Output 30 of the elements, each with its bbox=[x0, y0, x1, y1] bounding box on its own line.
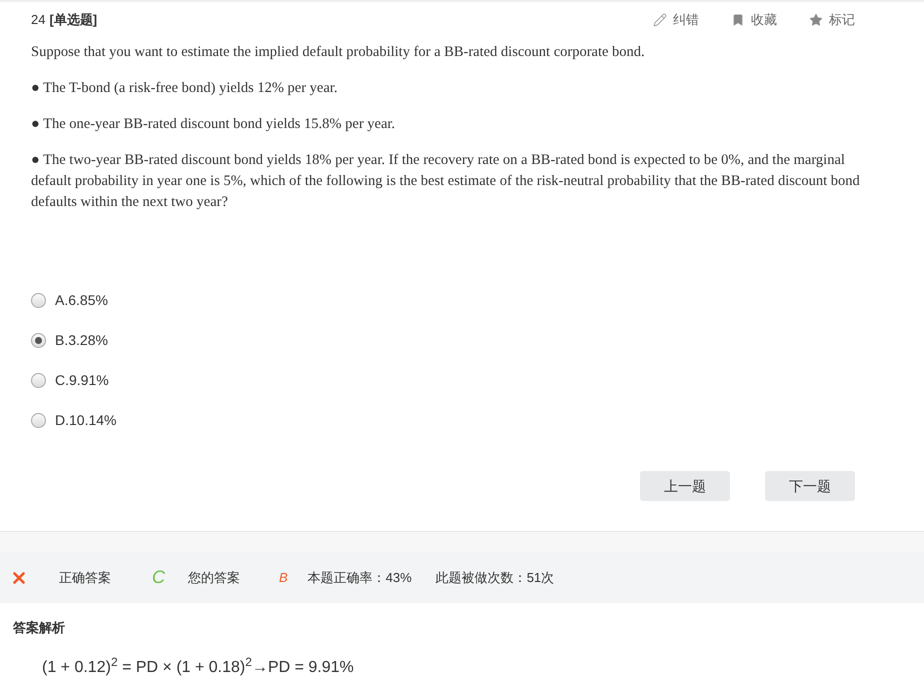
your-answer: B bbox=[279, 568, 288, 587]
radio-button[interactable] bbox=[31, 413, 46, 428]
question-type: [单选题] bbox=[49, 11, 98, 30]
answer-option[interactable]: C.9.91% bbox=[31, 369, 109, 392]
your-answer-label: 您的答案 bbox=[188, 568, 240, 587]
question-paragraph: ● The one-year BB-rated discount bond yields 15.8% per year. bbox=[31, 115, 396, 134]
correct-answer: C bbox=[152, 566, 165, 589]
correct-answer-label: 正确答案 bbox=[59, 568, 111, 587]
question-paragraph: Suppose that you want to estimate the implied default probability for a BB-rated discount corporate bond. bbox=[31, 43, 646, 62]
question-paragraph: ● The T-bond (a risk-free bond) yields 12% per year. bbox=[31, 79, 338, 98]
bookmark-icon bbox=[731, 13, 745, 27]
analysis-title: 答案解析 bbox=[13, 619, 66, 637]
question-paragraph: ● The two-year BB-rated discount bond yields 18% per year. If the recovery rate on a BB-rated bond is expected to be 0%, and the marginal default probability in year one is 5%, which of the following is the best estimate of the risk-neutral probability that the BB-rated discount bond defaults within the next two year? bbox=[31, 151, 861, 212]
next-button[interactable]: 下一题 bbox=[765, 471, 855, 501]
bookmark-link[interactable]: 收藏 bbox=[731, 10, 777, 30]
radio-button[interactable] bbox=[31, 373, 46, 388]
analysis-formula: (1 + 0.12)$^{2}$ = PD × (1 + 0.18)$^{2}$→PD = 9.91% bbox=[42, 656, 355, 678]
edit-link[interactable]: 纠错 bbox=[653, 10, 699, 30]
star-icon bbox=[809, 13, 823, 27]
radio-button[interactable] bbox=[31, 293, 46, 308]
question-number: 24 bbox=[31, 11, 46, 30]
answer-option[interactable]: A.6.85% bbox=[31, 289, 108, 312]
attempt-count: 此题被做次数：51次 bbox=[436, 568, 554, 587]
radio-button[interactable] bbox=[31, 333, 46, 348]
edit-icon bbox=[653, 13, 667, 27]
star-link[interactable]: 标记 bbox=[809, 10, 855, 30]
accuracy-rate: 本题正确率：43% bbox=[308, 568, 412, 587]
answer-option[interactable]: D.10.14% bbox=[31, 409, 116, 432]
answer-option[interactable]: B.3.28% bbox=[31, 329, 108, 352]
previous-button[interactable]: 上一题 bbox=[640, 471, 730, 501]
